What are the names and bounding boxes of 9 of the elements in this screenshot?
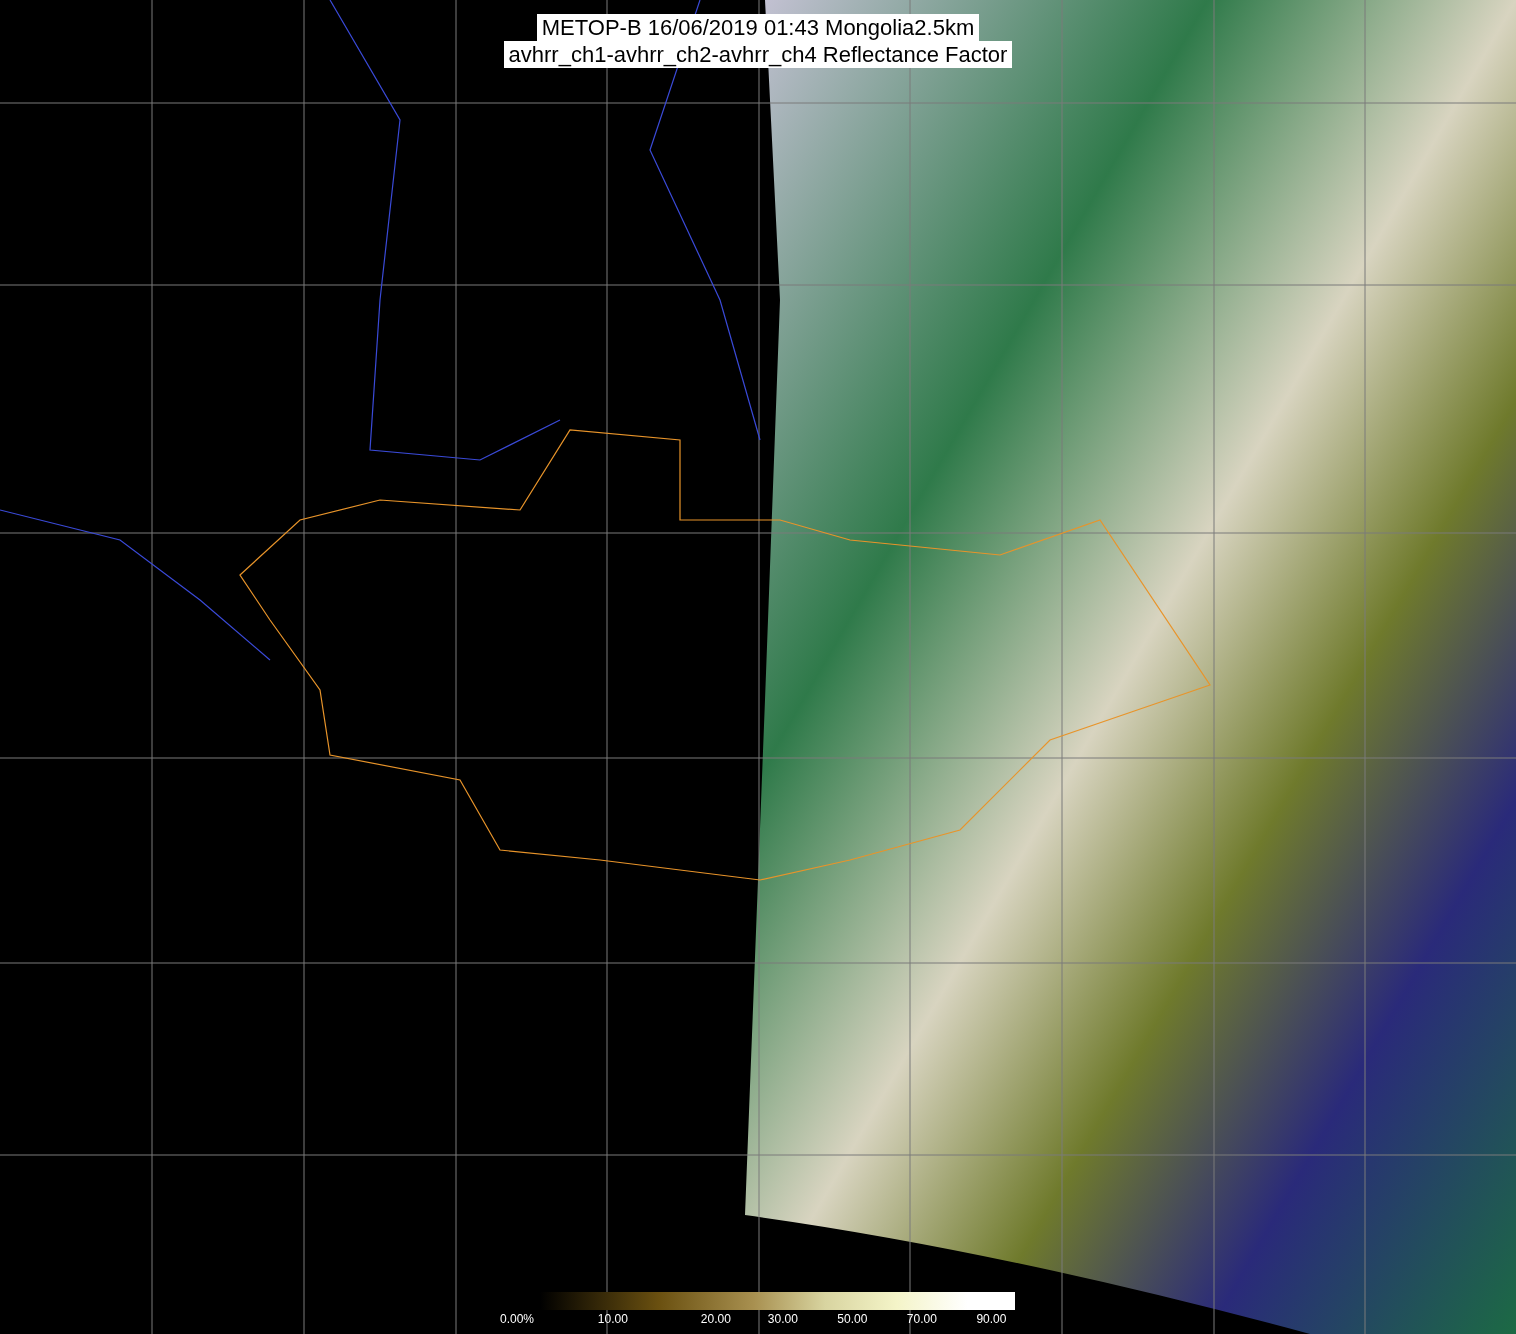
colorbar-label: 10.00 <box>597 1312 628 1326</box>
colorbar-label: 30.00 <box>767 1312 798 1326</box>
colorbar-label: 0.00% <box>500 1312 535 1326</box>
map-title: avhrr_ch1-avhrr_ch2-avhrr_ch4 Reflectance Factor <box>503 41 1013 68</box>
colorbar-label: 50.00 <box>837 1312 868 1326</box>
colorbar-label: 90.00 <box>976 1312 1007 1326</box>
colorbar-label: 70.00 <box>906 1312 937 1326</box>
map-title: METOP-B 16/06/2019 01:43 Mongolia2.5km <box>536 14 980 41</box>
colorbar-label: 20.00 <box>700 1312 731 1326</box>
